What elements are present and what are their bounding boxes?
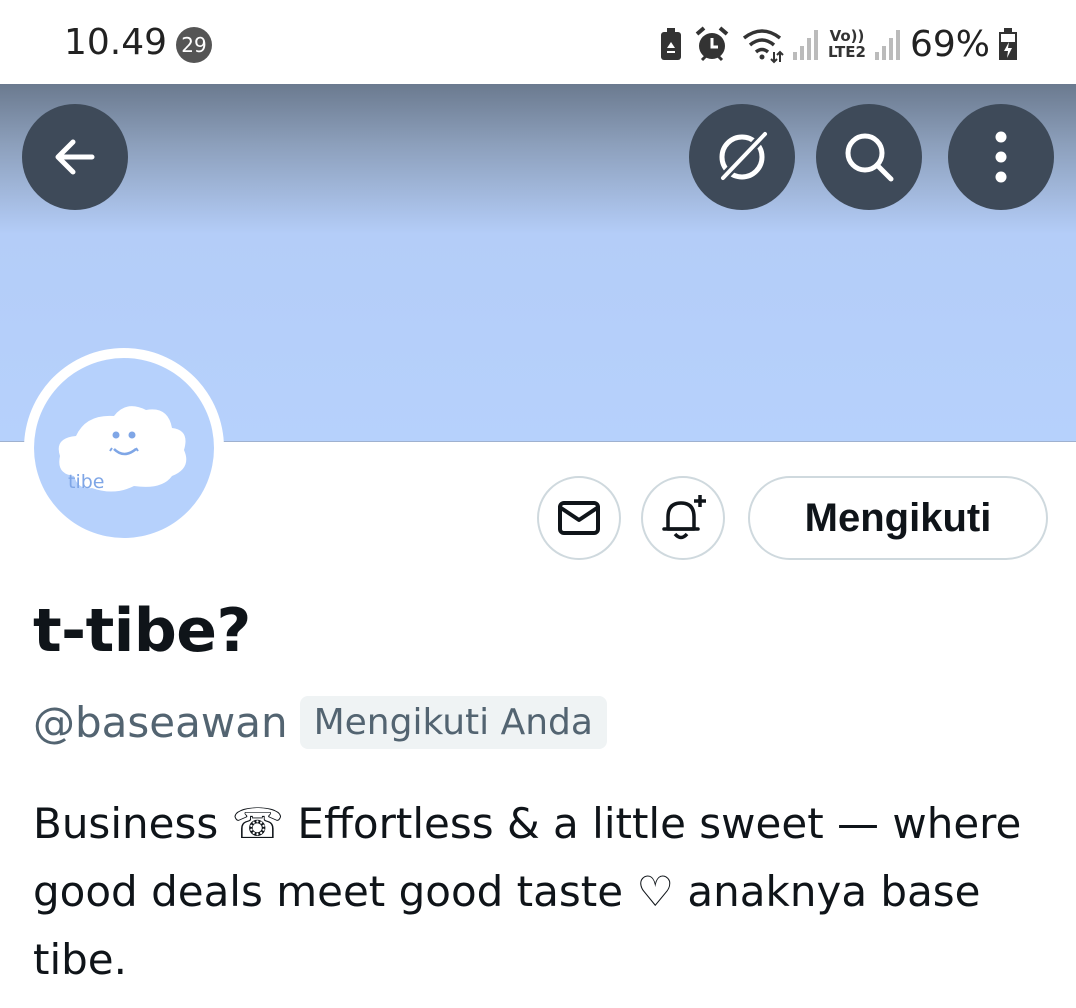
avatar-text: tibe [68, 471, 104, 493]
grok-button[interactable] [689, 104, 795, 210]
battery-charging-icon [999, 28, 1017, 60]
handle-row: @baseawan Mengikuti Anda [33, 694, 607, 750]
more-vertical-icon [995, 131, 1007, 183]
follows-you-badge: Mengikuti Anda [299, 695, 607, 749]
search-button[interactable] [816, 104, 922, 210]
more-options-button[interactable] [948, 104, 1054, 210]
message-button[interactable] [537, 476, 621, 560]
arrow-left-icon [55, 139, 95, 175]
following-button[interactable]: Mengikuti [748, 476, 1048, 560]
volte-label: Vo)) [829, 27, 865, 45]
signal-icon-2 [874, 30, 900, 60]
grok-icon [717, 128, 771, 184]
lte-label: LTE2 [827, 43, 866, 61]
signal-icon [792, 30, 818, 60]
search-icon [845, 133, 894, 182]
mail-icon [558, 501, 600, 535]
battery-saver-icon [660, 28, 681, 60]
bell-plus-icon [662, 495, 706, 540]
status-time: 10.49 [64, 22, 168, 63]
notification-count-badge: 29 [176, 27, 212, 63]
status-bar: 10.49 29 Vo)) LTE2 69% [0, 0, 1076, 84]
alarm-icon [695, 26, 729, 62]
display-name: t-tibe? [33, 596, 251, 666]
wifi-icon [742, 29, 784, 64]
status-icons: Vo)) LTE2 69% [658, 22, 1018, 66]
avatar[interactable]: tibe [34, 358, 214, 538]
cloud-logo: tibe [58, 406, 187, 493]
battery-percent: 69% [909, 23, 990, 65]
volte-icon: Vo)) LTE2 [828, 28, 866, 60]
back-button[interactable] [22, 104, 128, 210]
user-handle: @baseawan [33, 697, 288, 747]
notifications-button[interactable] [641, 476, 725, 560]
profile-bio: Business ☏ Effortless & a little sweet —… [33, 799, 1022, 984]
